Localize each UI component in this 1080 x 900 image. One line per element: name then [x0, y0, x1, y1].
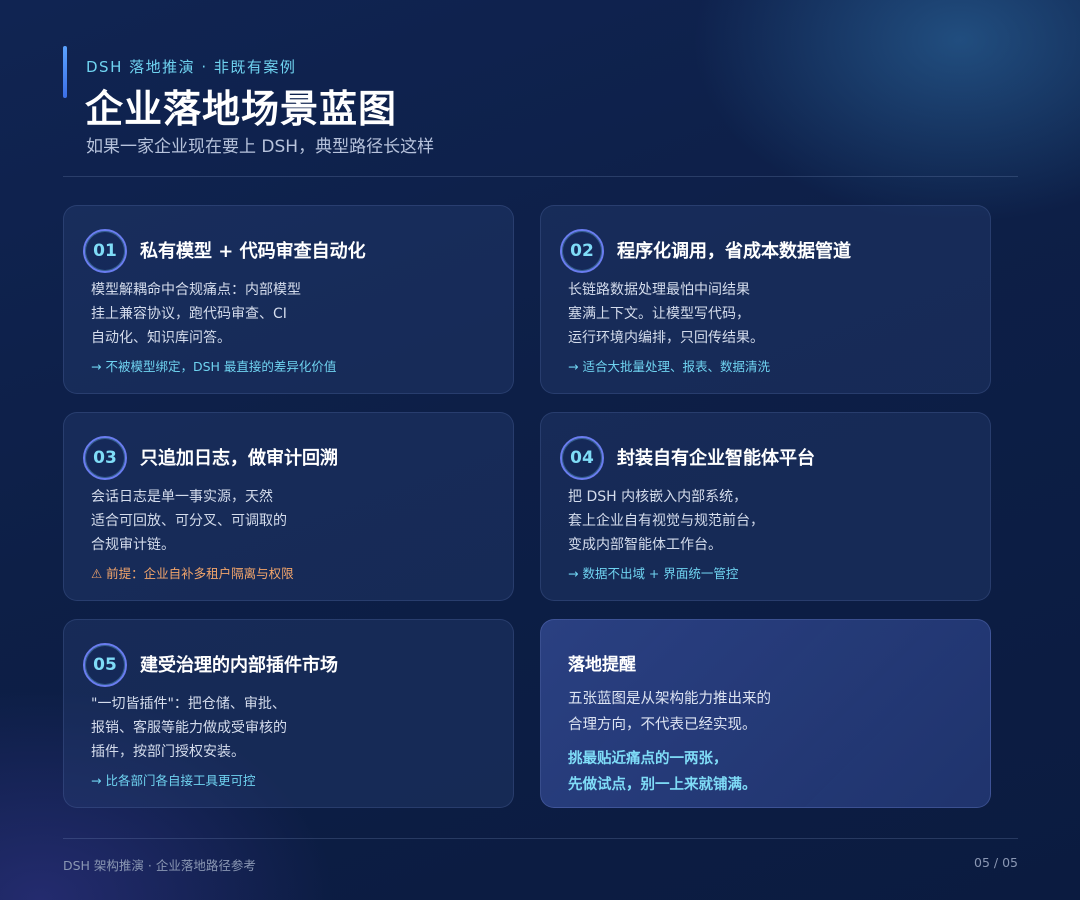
scenario-card-01: 01 私有模型 + 代码审查自动化 模型解耦命中合规痛点：内部模型 挂上兼容协议… — [63, 205, 514, 394]
card-body-line: 模型解耦命中合规痛点：内部模型 — [91, 282, 301, 298]
card-body-line: 塞满上下文。让模型写代码， — [568, 306, 750, 322]
card-body: 模型解耦命中合规痛点：内部模型 挂上兼容协议，跑代码审查、CI 自动化、知识库问… — [91, 278, 501, 350]
card-number-badge: 01 — [83, 229, 127, 273]
landing-tip-card: 落地提醒 五张蓝图是从架构能力推出来的 合理方向，不代表已经实现。 挑最贴近痛点… — [540, 619, 991, 808]
divider-bottom — [63, 838, 1018, 839]
tip-emphasis: 挑最贴近痛点的一两张， 先做试点，别一上来就铺满。 — [568, 746, 757, 798]
card-body-line: "一切皆插件"：把仓储、审批、 — [91, 696, 286, 712]
scenario-card-02: 02 程序化调用，省成本数据管道 长链路数据处理最怕中间结果 塞满上下文。让模型… — [540, 205, 991, 394]
tip-body-line: 合理方向，不代表已经实现。 — [568, 717, 757, 733]
card-title: 封装自有企业智能体平台 — [617, 448, 815, 469]
card-number-badge: 05 — [83, 643, 127, 687]
card-note: → 数据不出域 + 界面统一管控 — [568, 566, 739, 581]
divider-top — [63, 176, 1018, 177]
card-body-line: 变成内部智能体工作台。 — [568, 537, 722, 553]
kicker: DSH 落地推演 · 非既有案例 — [86, 58, 297, 76]
card-body: "一切皆插件"：把仓储、审批、 报销、客服等能力做成受审核的 插件，按部门授权安… — [91, 692, 501, 764]
tip-title: 落地提醒 — [568, 655, 636, 675]
card-title: 程序化调用，省成本数据管道 — [617, 241, 851, 262]
card-number-badge: 02 — [560, 229, 604, 273]
scenario-card-05: 05 建受治理的内部插件市场 "一切皆插件"：把仓储、审批、 报销、客服等能力做… — [63, 619, 514, 808]
card-body-line: 运行环境内编排，只回传结果。 — [568, 330, 764, 346]
accent-bar — [63, 46, 67, 98]
card-body-line: 套上企业自有视觉与规范前台， — [568, 513, 764, 529]
page-number: 05 / 05 — [974, 855, 1018, 870]
card-body: 会话日志是单一事实源，天然 适合可回放、可分叉、可调取的 合规审计链。 — [91, 485, 501, 557]
card-title: 私有模型 + 代码审查自动化 — [140, 241, 366, 262]
card-body: 把 DSH 内核嵌入内部系统， 套上企业自有视觉与规范前台， 变成内部智能体工作… — [568, 485, 978, 557]
card-body-line: 插件，按部门授权安装。 — [91, 744, 245, 760]
scenario-card-03: 03 只追加日志，做审计回溯 会话日志是单一事实源，天然 适合可回放、可分叉、可… — [63, 412, 514, 601]
card-body-line: 合规审计链。 — [91, 537, 175, 553]
card-number-badge: 04 — [560, 436, 604, 480]
card-note: → 不被模型绑定，DSH 最直接的差异化价值 — [91, 359, 337, 374]
card-body-line: 会话日志是单一事实源，天然 — [91, 489, 273, 505]
card-body: 长链路数据处理最怕中间结果 塞满上下文。让模型写代码， 运行环境内编排，只回传结… — [568, 278, 978, 350]
tip-emphasis-line: 先做试点，别一上来就铺满。 — [568, 777, 757, 793]
scenario-card-04: 04 封装自有企业智能体平台 把 DSH 内核嵌入内部系统， 套上企业自有视觉与… — [540, 412, 991, 601]
card-note: → 适合大批量处理、报表、数据清洗 — [568, 359, 770, 374]
card-body-line: 挂上兼容协议，跑代码审查、CI — [91, 306, 287, 322]
slide: DSH 落地推演 · 非既有案例 企业落地场景蓝图 如果一家企业现在要上 DSH… — [63, 0, 1018, 900]
page-subtitle: 如果一家企业现在要上 DSH，典型路径长这样 — [86, 137, 435, 157]
tip-body-line: 五张蓝图是从架构能力推出来的 — [568, 691, 771, 707]
card-title: 只追加日志，做审计回溯 — [140, 448, 338, 469]
card-title: 建受治理的内部插件市场 — [140, 655, 338, 676]
card-number-badge: 03 — [83, 436, 127, 480]
tip-emphasis-line: 挑最贴近痛点的一两张， — [568, 751, 728, 767]
card-body-line: 自动化、知识库问答。 — [91, 330, 231, 346]
card-body-line: 适合可回放、可分叉、可调取的 — [91, 513, 287, 529]
card-body-line: 长链路数据处理最怕中间结果 — [568, 282, 750, 298]
page-title: 企业落地场景蓝图 — [85, 87, 398, 131]
card-body-line: 报销、客服等能力做成受审核的 — [91, 720, 287, 736]
tip-body: 五张蓝图是从架构能力推出来的 合理方向，不代表已经实现。 — [568, 686, 771, 738]
footer-caption: DSH 架构推演 · 企业落地路径参考 — [63, 858, 256, 873]
card-body-line: 把 DSH 内核嵌入内部系统， — [568, 489, 748, 505]
card-warning-note: ⚠ 前提：企业自补多租户隔离与权限 — [91, 566, 294, 581]
card-note: → 比各部门各自接工具更可控 — [91, 773, 256, 788]
